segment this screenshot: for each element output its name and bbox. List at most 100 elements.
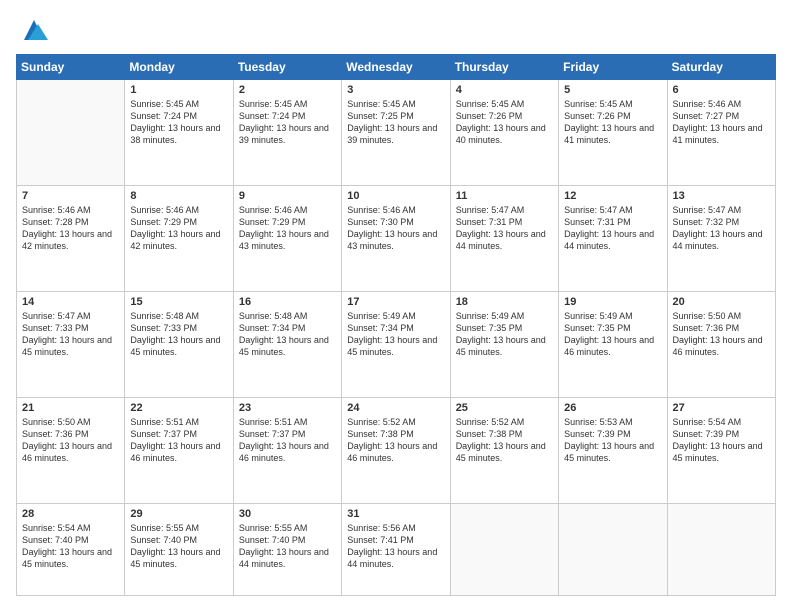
cell-info: Sunrise: 5:54 AMSunset: 7:40 PMDaylight:… [22, 522, 119, 571]
cell-info: Sunrise: 5:46 AMSunset: 7:27 PMDaylight:… [673, 98, 770, 147]
cell-info: Sunrise: 5:52 AMSunset: 7:38 PMDaylight:… [347, 416, 444, 465]
calendar-cell: 21 Sunrise: 5:50 AMSunset: 7:36 PMDayligh… [17, 397, 125, 503]
date-number: 11 [456, 190, 553, 202]
calendar-cell: 10Sunrise: 5:46 AMSunset: 7:30 PMDayligh… [342, 185, 450, 291]
date-number: 12 [564, 190, 661, 202]
date-number: 28 [22, 508, 119, 520]
cell-info: Sunrise: 5:55 AMSunset: 7:40 PMDaylight:… [130, 522, 227, 571]
calendar-cell: 29 Sunrise: 5:55 AMSunset: 7:40 PMDayligh… [125, 503, 233, 595]
calendar-cell: 22 Sunrise: 5:51 AMSunset: 7:37 PMDayligh… [125, 397, 233, 503]
weekday-header-tuesday: Tuesday [233, 55, 341, 80]
header [16, 16, 776, 44]
calendar-cell: 5 Sunrise: 5:45 AMSunset: 7:26 PMDaylight… [559, 80, 667, 186]
calendar-week-row: 14 Sunrise: 5:47 AMSunset: 7:33 PMDayligh… [17, 291, 776, 397]
calendar-cell: 26Sunrise: 5:53 AMSunset: 7:39 PMDayligh… [559, 397, 667, 503]
date-number: 10 [347, 190, 444, 202]
date-number: 1 [130, 84, 227, 96]
date-number: 29 [130, 508, 227, 520]
date-number: 4 [456, 84, 553, 96]
calendar-cell: 15 Sunrise: 5:48 AMSunset: 7:33 PMDayligh… [125, 291, 233, 397]
cell-info: Sunrise: 5:46 AMSunset: 7:29 PMDaylight:… [239, 204, 336, 253]
calendar-cell [17, 80, 125, 186]
date-number: 15 [130, 296, 227, 308]
calendar-cell: 9 Sunrise: 5:46 AMSunset: 7:29 PMDaylight… [233, 185, 341, 291]
calendar-cell: 27 Sunrise: 5:54 AMSunset: 7:39 PMDayligh… [667, 397, 775, 503]
date-number: 31 [347, 508, 444, 520]
cell-info: Sunrise: 5:50 AMSunset: 7:36 PMDaylight:… [22, 416, 119, 465]
calendar-cell: 13 Sunrise: 5:47 AMSunset: 7:32 PMDayligh… [667, 185, 775, 291]
cell-info: Sunrise: 5:47 AMSunset: 7:32 PMDaylight:… [673, 204, 770, 253]
weekday-header-monday: Monday [125, 55, 233, 80]
cell-info: Sunrise: 5:50 AMSunset: 7:36 PMDaylight:… [673, 310, 770, 359]
page: SundayMondayTuesdayWednesdayThursdayFrid… [0, 0, 792, 612]
weekday-header-row: SundayMondayTuesdayWednesdayThursdayFrid… [17, 55, 776, 80]
calendar-cell: 16Sunrise: 5:48 AMSunset: 7:34 PMDayligh… [233, 291, 341, 397]
date-number: 21 [22, 402, 119, 414]
weekday-header-sunday: Sunday [17, 55, 125, 80]
date-number: 19 [564, 296, 661, 308]
date-number: 13 [673, 190, 770, 202]
calendar-cell: 4 Sunrise: 5:45 AMSunset: 7:26 PMDaylight… [450, 80, 558, 186]
date-number: 9 [239, 190, 336, 202]
date-number: 8 [130, 190, 227, 202]
calendar-week-row: 21 Sunrise: 5:50 AMSunset: 7:36 PMDayligh… [17, 397, 776, 503]
calendar-cell: 19 Sunrise: 5:49 AMSunset: 7:35 PMDayligh… [559, 291, 667, 397]
cell-info: Sunrise: 5:45 AMSunset: 7:25 PMDaylight:… [347, 98, 444, 147]
weekday-header-wednesday: Wednesday [342, 55, 450, 80]
calendar-cell: 24 Sunrise: 5:52 AMSunset: 7:38 PMDayligh… [342, 397, 450, 503]
calendar-cell [559, 503, 667, 595]
calendar-cell: 8 Sunrise: 5:46 AMSunset: 7:29 PMDaylight… [125, 185, 233, 291]
date-number: 27 [673, 402, 770, 414]
calendar-cell: 6 Sunrise: 5:46 AMSunset: 7:27 PMDaylight… [667, 80, 775, 186]
calendar-week-row: 7Sunrise: 5:46 AMSunset: 7:28 PMDaylight… [17, 185, 776, 291]
date-number: 22 [130, 402, 227, 414]
cell-info: Sunrise: 5:45 AMSunset: 7:24 PMDaylight:… [130, 98, 227, 147]
calendar-cell: 7Sunrise: 5:46 AMSunset: 7:28 PMDaylight… [17, 185, 125, 291]
weekday-header-thursday: Thursday [450, 55, 558, 80]
cell-info: Sunrise: 5:54 AMSunset: 7:39 PMDaylight:… [673, 416, 770, 465]
cell-info: Sunrise: 5:48 AMSunset: 7:33 PMDaylight:… [130, 310, 227, 359]
date-number: 20 [673, 296, 770, 308]
date-number: 6 [673, 84, 770, 96]
logo [16, 16, 48, 44]
date-number: 18 [456, 296, 553, 308]
cell-info: Sunrise: 5:56 AMSunset: 7:41 PMDaylight:… [347, 522, 444, 571]
date-number: 16 [239, 296, 336, 308]
calendar-table: SundayMondayTuesdayWednesdayThursdayFrid… [16, 54, 776, 596]
cell-info: Sunrise: 5:47 AMSunset: 7:33 PMDaylight:… [22, 310, 119, 359]
calendar-week-row: 28 Sunrise: 5:54 AMSunset: 7:40 PMDayligh… [17, 503, 776, 595]
calendar-cell [450, 503, 558, 595]
date-number: 14 [22, 296, 119, 308]
weekday-header-saturday: Saturday [667, 55, 775, 80]
calendar-cell: 20 Sunrise: 5:50 AMSunset: 7:36 PMDayligh… [667, 291, 775, 397]
cell-info: Sunrise: 5:46 AMSunset: 7:29 PMDaylight:… [130, 204, 227, 253]
cell-info: Sunrise: 5:51 AMSunset: 7:37 PMDaylight:… [130, 416, 227, 465]
cell-info: Sunrise: 5:45 AMSunset: 7:24 PMDaylight:… [239, 98, 336, 147]
date-number: 2 [239, 84, 336, 96]
cell-info: Sunrise: 5:47 AMSunset: 7:31 PMDaylight:… [564, 204, 661, 253]
cell-info: Sunrise: 5:51 AMSunset: 7:37 PMDaylight:… [239, 416, 336, 465]
calendar-cell: 14 Sunrise: 5:47 AMSunset: 7:33 PMDayligh… [17, 291, 125, 397]
cell-info: Sunrise: 5:52 AMSunset: 7:38 PMDaylight:… [456, 416, 553, 465]
calendar-cell: 18 Sunrise: 5:49 AMSunset: 7:35 PMDayligh… [450, 291, 558, 397]
calendar-cell: 31 Sunrise: 5:56 AMSunset: 7:41 PMDayligh… [342, 503, 450, 595]
calendar-cell: 23 Sunrise: 5:51 AMSunset: 7:37 PMDayligh… [233, 397, 341, 503]
date-number: 24 [347, 402, 444, 414]
calendar-cell: 28 Sunrise: 5:54 AMSunset: 7:40 PMDayligh… [17, 503, 125, 595]
date-number: 3 [347, 84, 444, 96]
weekday-header-friday: Friday [559, 55, 667, 80]
logo-icon [20, 16, 48, 44]
cell-info: Sunrise: 5:45 AMSunset: 7:26 PMDaylight:… [456, 98, 553, 147]
date-number: 23 [239, 402, 336, 414]
calendar-cell: 25 Sunrise: 5:52 AMSunset: 7:38 PMDayligh… [450, 397, 558, 503]
date-number: 17 [347, 296, 444, 308]
cell-info: Sunrise: 5:45 AMSunset: 7:26 PMDaylight:… [564, 98, 661, 147]
calendar-cell: 2 Sunrise: 5:45 AMSunset: 7:24 PMDaylight… [233, 80, 341, 186]
cell-info: Sunrise: 5:49 AMSunset: 7:35 PMDaylight:… [564, 310, 661, 359]
date-number: 5 [564, 84, 661, 96]
cell-info: Sunrise: 5:47 AMSunset: 7:31 PMDaylight:… [456, 204, 553, 253]
date-number: 25 [456, 402, 553, 414]
cell-info: Sunrise: 5:53 AMSunset: 7:39 PMDaylight:… [564, 416, 661, 465]
cell-info: Sunrise: 5:55 AMSunset: 7:40 PMDaylight:… [239, 522, 336, 571]
cell-info: Sunrise: 5:49 AMSunset: 7:35 PMDaylight:… [456, 310, 553, 359]
